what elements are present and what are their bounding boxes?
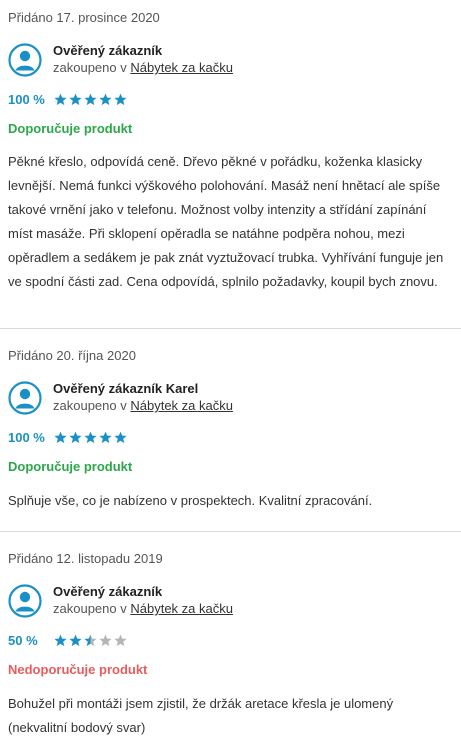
- review-card: Přidáno 12. listopadu 2019 Ověřený zákaz…: [0, 532, 461, 740]
- reviewer-name: Ověřený zákazník Karel: [53, 381, 199, 396]
- reviewer-name: Ověřený zákazník: [53, 43, 163, 58]
- reviewer-info: Ověřený zákazník zakoupeno v Nábytek za …: [8, 42, 233, 77]
- review-text: Splňuje vše, co je nabízeno v prospektec…: [8, 493, 373, 508]
- recommendation-label: Doporučuje produkt: [8, 121, 133, 136]
- star-icon: [84, 431, 97, 444]
- user-avatar-icon: [8, 583, 42, 618]
- star-icon: [114, 634, 127, 647]
- star-icon: [84, 634, 97, 647]
- star-icon: [114, 93, 127, 106]
- rating-stars: [54, 93, 129, 106]
- rating: 100 %: [8, 430, 129, 445]
- rating: 50 %: [8, 633, 129, 648]
- recommendation-label: Nedoporučuje produkt: [8, 662, 148, 677]
- rating-percent: 50 %: [8, 633, 38, 648]
- reviewer-info: Ověřený zákazník zakoupeno v Nábytek za …: [8, 583, 233, 618]
- star-icon: [54, 634, 67, 647]
- star-icon: [114, 431, 127, 444]
- rating-stars: [54, 634, 129, 647]
- purchase-prefix: zakoupeno v: [53, 601, 127, 616]
- rating-percent: 100 %: [8, 430, 45, 445]
- review-date: Přidáno 12. listopadu 2019: [8, 551, 163, 566]
- reviewer-info: Ověřený zákazník Karel zakoupeno v Nábyt…: [8, 380, 233, 415]
- star-icon: [69, 431, 82, 444]
- star-icon: [69, 634, 82, 647]
- purchase-prefix: zakoupeno v: [53, 60, 127, 75]
- review-date: Přidáno 17. prosince 2020: [8, 10, 160, 25]
- star-icon: [99, 634, 112, 647]
- star-icon: [54, 431, 67, 444]
- shop-link[interactable]: Nábytek za kačku: [130, 60, 233, 75]
- recommendation-label: Doporučuje produkt: [8, 459, 133, 474]
- review-text: Bohužel při montáži jsem zjistil, že drž…: [8, 696, 394, 735]
- user-avatar-icon: [8, 380, 42, 415]
- shop-link[interactable]: Nábytek za kačku: [130, 398, 233, 413]
- rating-stars: [54, 431, 129, 444]
- purchase-info: zakoupeno v Nábytek za kačku: [53, 59, 233, 77]
- purchase-info: zakoupeno v Nábytek za kačku: [53, 600, 233, 618]
- star-icon: [99, 93, 112, 106]
- purchase-info: zakoupeno v Nábytek za kačku: [53, 397, 233, 415]
- review-date: Přidáno 20. října 2020: [8, 348, 136, 363]
- star-icon: [84, 93, 97, 106]
- purchase-prefix: zakoupeno v: [53, 398, 127, 413]
- reviews-list: Přidáno 17. prosince 2020 Ověřený zákazn…: [0, 0, 461, 740]
- reviewer-name: Ověřený zákazník: [53, 584, 163, 599]
- star-icon: [99, 431, 112, 444]
- review-card: Přidáno 17. prosince 2020 Ověřený zákazn…: [0, 0, 461, 329]
- star-icon: [69, 93, 82, 106]
- shop-link[interactable]: Nábytek za kačku: [130, 601, 233, 616]
- review-card: Přidáno 20. října 2020 Ověřený zákazník …: [0, 329, 461, 532]
- review-text: Pěkné křeslo, odpovídá ceně. Dřevo pěkné…: [8, 154, 444, 289]
- rating: 100 %: [8, 92, 129, 107]
- rating-percent: 100 %: [8, 92, 45, 107]
- user-avatar-icon: [8, 42, 42, 77]
- star-icon: [54, 93, 67, 106]
